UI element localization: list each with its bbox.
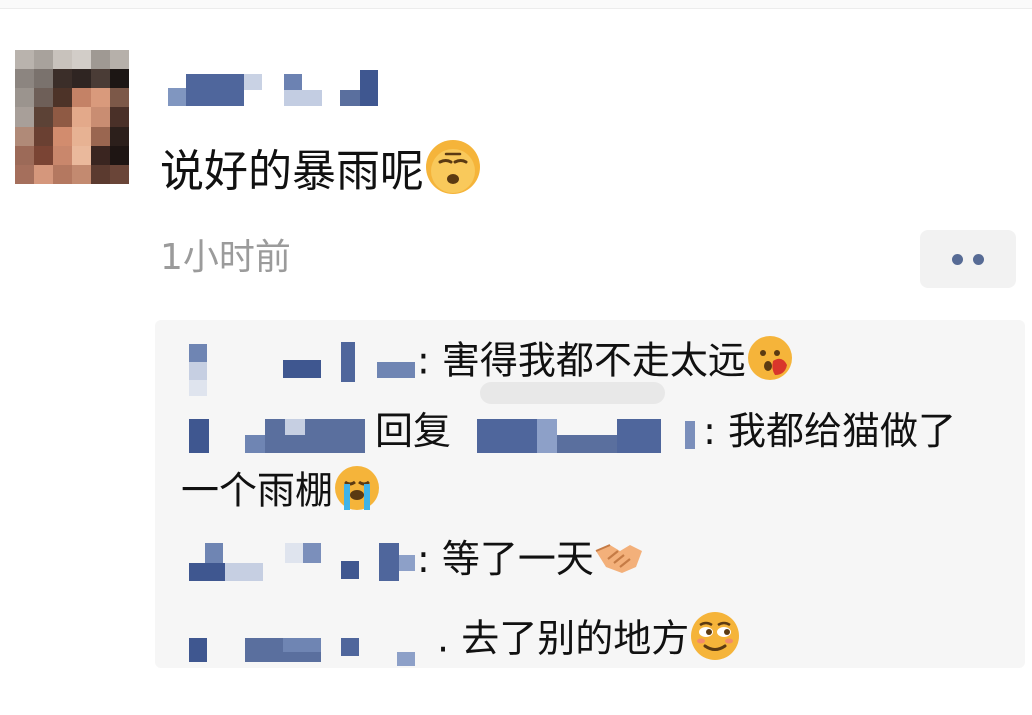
comment-item-continued[interactable]: 一个雨棚 — [181, 464, 381, 522]
reply-target-author[interactable] — [463, 411, 703, 457]
more-options-button[interactable] — [920, 230, 1016, 288]
comment-text: 去了别的地方 — [461, 616, 690, 661]
comment-separator: . — [437, 616, 450, 661]
comment-text-line2: 一个雨棚 — [181, 468, 334, 513]
top-divider — [0, 0, 1032, 9]
comment-item[interactable]: . 去了别的地方 — [185, 610, 741, 672]
loudly-crying-face-emoji-icon — [333, 464, 381, 522]
comment-item[interactable]: 回复 : 我都给猫做了 — [185, 408, 956, 457]
comment-text: 害得我都不走太远 — [441, 338, 746, 383]
comment-author[interactable] — [185, 411, 375, 457]
comment-text: 我都给猫做了 — [728, 409, 957, 453]
author-name[interactable] — [168, 70, 388, 108]
post-time: 1小时前 — [160, 237, 291, 278]
comment-separator: : — [417, 338, 430, 383]
comment-author[interactable] — [185, 340, 417, 396]
reply-word: 回复 — [375, 409, 452, 453]
handshake-emoji-icon — [594, 537, 644, 587]
comment-item[interactable]: : 等了一天 — [185, 536, 644, 587]
more-options-icon — [952, 253, 963, 265]
more-options-icon-dot — [973, 253, 984, 265]
avatar[interactable] — [15, 50, 129, 184]
comment-separator: : — [417, 537, 430, 581]
hushed-face-hand-over-mouth-emoji-icon — [746, 334, 794, 392]
comment-author[interactable] — [185, 618, 437, 666]
smirking-face-emoji-icon — [689, 610, 741, 672]
relieved-sleepy-face-emoji-icon — [424, 138, 482, 210]
post-text: 说好的暴雨呢 — [160, 138, 482, 210]
decorative-blur-strip — [480, 382, 665, 404]
comments-panel: : 害得我都不走太远 回复 : 我都给猫做了 一个雨棚: 等了一天 . 去了别… — [155, 320, 1025, 668]
comment-author[interactable] — [185, 539, 417, 585]
post-text-content: 说好的暴雨呢 — [160, 146, 424, 197]
comment-separator: : — [703, 409, 716, 453]
comment-text: 等了一天 — [441, 537, 594, 581]
